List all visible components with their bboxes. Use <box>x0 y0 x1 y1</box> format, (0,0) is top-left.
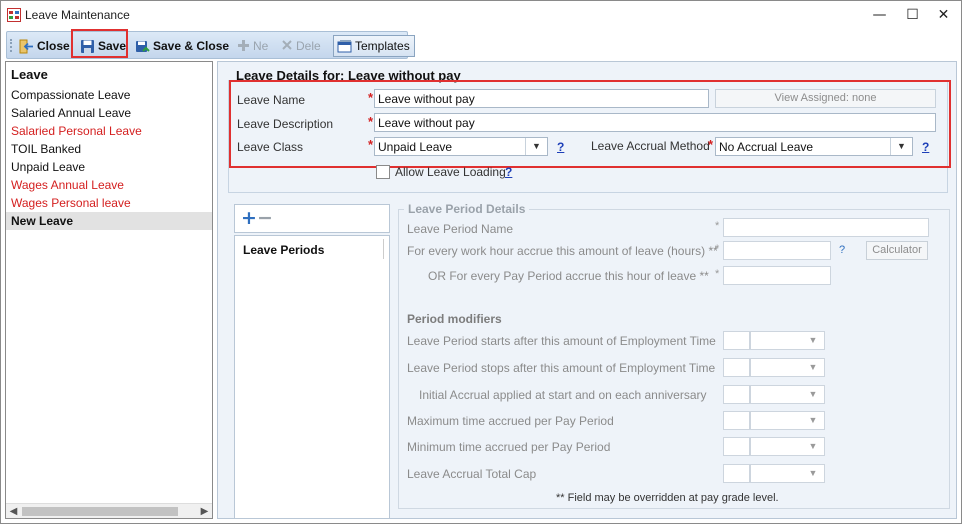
column-divider[interactable] <box>383 239 384 259</box>
chevron-down-icon[interactable]: ▼ <box>802 359 824 376</box>
modifier-amount-input[interactable] <box>723 411 750 430</box>
modifier-label: Minimum time accrued per Pay Period <box>407 440 611 454</box>
leave-periods-list[interactable]: Leave Periods <box>234 235 390 519</box>
delete-button-label: Dele <box>296 39 321 53</box>
chevron-down-icon[interactable]: ▼ <box>802 386 824 403</box>
details-highlight-box <box>229 80 951 168</box>
modifier-unit-select[interactable]: ▼ <box>750 331 825 350</box>
close-button[interactable]: Close <box>15 35 75 57</box>
close-window-button[interactable]: ✕ <box>927 1 960 29</box>
minimize-button[interactable]: — <box>863 1 896 29</box>
calculator-button[interactable]: Calculator <box>866 241 928 260</box>
leave-details-pane: Leave Details for: Leave without pay Lea… <box>217 61 957 519</box>
scrollbar-thumb[interactable] <box>22 507 178 516</box>
modifier-amount-input[interactable] <box>723 385 750 404</box>
work-hour-help-link[interactable]: ? <box>839 244 845 256</box>
modifier-unit-select[interactable]: ▼ <box>750 385 825 404</box>
pay-period-accrual-label: OR For every Pay Period accrue this hour… <box>428 269 709 283</box>
delete-x-icon <box>281 39 293 54</box>
period-modifiers-title: Period modifiers <box>407 312 502 326</box>
period-name-label: Leave Period Name <box>407 222 514 236</box>
horizontal-scrollbar[interactable]: ◀ ▶ <box>6 503 212 518</box>
chevron-down-icon[interactable]: ▼ <box>802 412 824 429</box>
chevron-down-icon[interactable]: ▼ <box>802 465 824 482</box>
leave-list-item[interactable]: Wages Annual Leave <box>6 176 212 194</box>
save-and-close-label: Save & Close <box>153 39 230 53</box>
toolbar-grip <box>10 39 12 52</box>
modifier-unit-select[interactable]: ▼ <box>750 358 825 377</box>
modifier-amount-input[interactable] <box>723 437 750 456</box>
leave-list-item[interactable]: TOIL Banked <box>6 140 212 158</box>
modifier-amount-input[interactable] <box>723 331 750 350</box>
leave-list-item[interactable]: New Leave <box>6 212 212 230</box>
leave-list-item[interactable]: Salaried Annual Leave <box>6 104 212 122</box>
templates-icon <box>337 39 352 54</box>
modifier-unit-select[interactable]: ▼ <box>750 464 825 483</box>
chevron-down-icon[interactable]: ▼ <box>802 438 824 455</box>
new-button-label: Ne <box>253 39 269 53</box>
leave-list-item[interactable]: Unpaid Leave <box>6 158 212 176</box>
leave-list-item[interactable]: Compassionate Leave <box>6 86 212 104</box>
modifier-label: Initial Accrual applied at start and on … <box>419 388 707 402</box>
modifier-label: Leave Period starts after this amount of… <box>407 334 716 348</box>
chevron-down-icon[interactable]: ▼ <box>802 332 824 349</box>
leave-list-item[interactable]: Wages Personal leave <box>6 194 212 212</box>
leave-list-header: Leave <box>11 67 48 82</box>
pay-period-required-mark: * <box>715 268 720 280</box>
modifier-label: Leave Accrual Total Cap <box>407 467 537 481</box>
allow-leave-loading-checkbox[interactable] <box>376 165 390 179</box>
period-name-input[interactable] <box>723 218 929 237</box>
leave-periods-header: Leave Periods <box>243 243 325 257</box>
modifier-amount-input[interactable] <box>723 358 750 377</box>
save-close-icon <box>135 39 150 54</box>
remove-period-icon[interactable]: − <box>257 207 273 229</box>
add-period-icon[interactable]: + <box>241 207 257 229</box>
modifier-amount-input[interactable] <box>723 464 750 483</box>
allow-leave-loading-help-link[interactable]: ? <box>505 165 512 179</box>
scroll-left-icon[interactable]: ◀ <box>6 504 21 519</box>
work-hour-accrual-input[interactable] <box>723 241 831 260</box>
leave-period-details-title: Leave Period Details <box>404 202 530 216</box>
templates-button[interactable]: Templates <box>333 35 415 57</box>
close-button-label: Close <box>37 39 70 53</box>
templates-button-label: Templates <box>355 39 410 53</box>
modifier-label: Maximum time accrued per Pay Period <box>407 414 614 428</box>
modifier-unit-select[interactable]: ▼ <box>750 437 825 456</box>
pay-grade-footnote: ** Field may be overridden at pay grade … <box>556 492 779 504</box>
modifier-unit-select[interactable]: ▼ <box>750 411 825 430</box>
back-arrow-icon <box>19 39 34 54</box>
pay-period-accrual-input[interactable] <box>723 266 831 285</box>
leave-list-item[interactable]: Salaried Personal Leave <box>6 122 212 140</box>
window-title: Leave Maintenance <box>25 8 130 22</box>
app-icon <box>7 8 21 22</box>
allow-leave-loading-label: Allow Leave Loading <box>395 165 506 179</box>
period-name-required-mark: * <box>715 220 720 232</box>
delete-button[interactable]: Dele <box>277 35 326 57</box>
periods-toolbar: + − <box>234 204 390 233</box>
leave-list-panel: Leave Compassionate Leave Salaried Annual… <box>5 61 213 519</box>
work-hour-required-mark: * <box>715 243 720 255</box>
title-bar: Leave Maintenance — ☐ ✕ <box>1 1 961 30</box>
work-hour-accrual-label: For every work hour accrue this amount o… <box>407 244 718 258</box>
save-button-highlight <box>71 29 128 58</box>
plus-icon <box>237 39 250 54</box>
modifier-label: Leave Period stops after this amount of … <box>407 361 716 375</box>
main-toolbar: Close Save Save & Close Ne Dele Template… <box>6 31 415 59</box>
save-and-close-button[interactable]: Save & Close <box>131 35 234 57</box>
new-button[interactable]: Ne <box>233 35 273 57</box>
maximize-button[interactable]: ☐ <box>896 1 929 29</box>
scroll-right-icon[interactable]: ▶ <box>197 504 212 519</box>
